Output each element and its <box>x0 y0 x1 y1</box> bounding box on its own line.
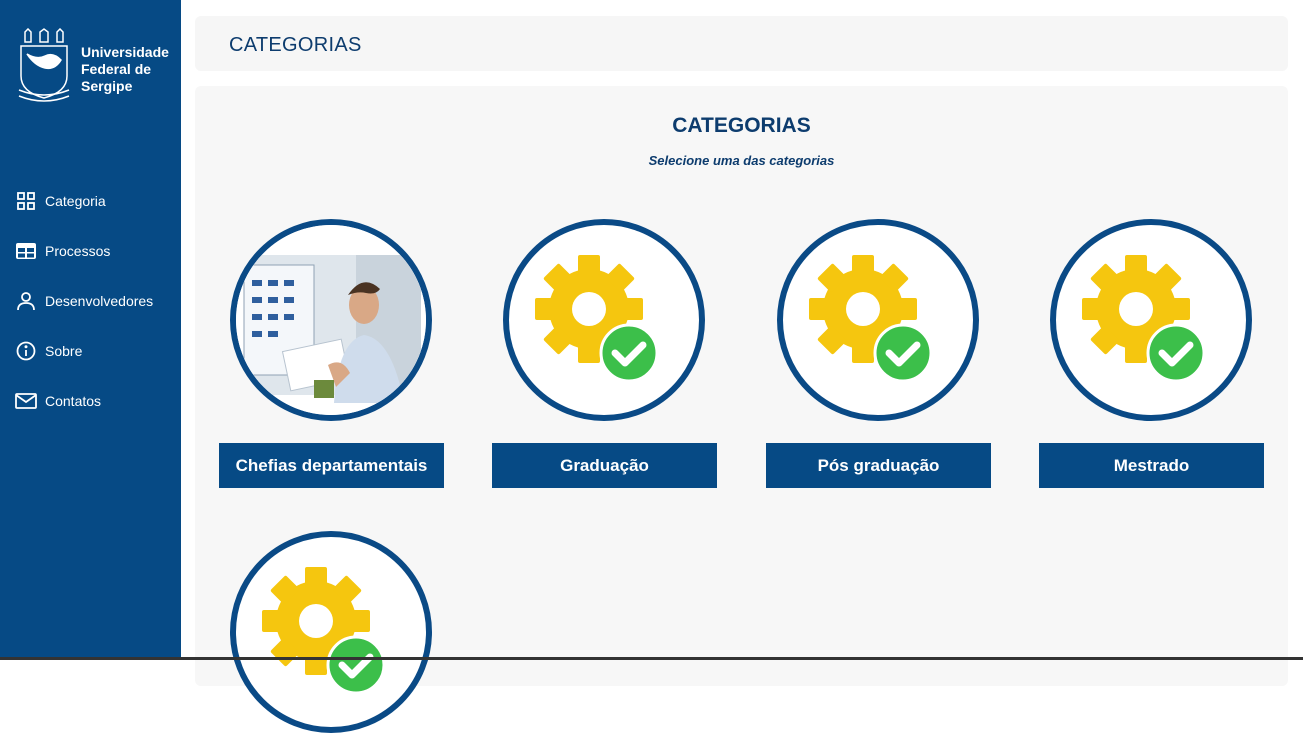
gear-check-icon <box>262 567 386 695</box>
section-subtitle: Selecione uma das categorias <box>648 153 835 168</box>
university-name: Universidade Federal de Sergipe <box>81 44 169 95</box>
category-image-mestrado[interactable] <box>1050 219 1252 421</box>
logo-line2: Federal de <box>81 61 152 77</box>
categories-panel: CATEGORIAS Selecione uma das categorias <box>195 86 1288 733</box>
category-button-chefias[interactable]: Chefias departamentais <box>219 443 444 488</box>
category-image-pos-graduacao[interactable] <box>777 219 979 421</box>
category-image-graduacao[interactable] <box>503 219 705 421</box>
info-icon <box>15 340 37 362</box>
category-button-graduacao[interactable]: Graduação <box>492 443 717 488</box>
page-title: CATEGORIAS <box>229 34 362 56</box>
page-header: CATEGORIAS <box>195 16 1288 71</box>
gear-check-icon <box>1082 255 1206 383</box>
sidebar-item-label: Sobre <box>45 343 83 359</box>
sidebar-item-contatos[interactable]: Contatos <box>0 376 181 426</box>
main-content: CATEGORIAS CATEGORIAS Selecione uma das … <box>181 0 1303 733</box>
grid-icon <box>15 190 37 212</box>
sidebar-item-processos[interactable]: Processos <box>0 226 181 276</box>
mail-icon <box>15 390 37 412</box>
category-button-mestrado[interactable]: Mestrado <box>1039 443 1264 488</box>
sidebar-item-label: Desenvolvedores <box>45 293 154 309</box>
sidebar-item-categoria[interactable]: Categoria <box>0 176 181 226</box>
category-button-pos-graduacao[interactable]: Pós graduação <box>766 443 991 488</box>
sidebar-item-label: Contatos <box>45 393 102 409</box>
logo-line3: Sergipe <box>81 78 133 94</box>
ufs-emblem-icon <box>18 28 70 102</box>
user-icon <box>15 290 37 312</box>
gear-check-icon <box>809 255 933 383</box>
gear-check-icon <box>535 255 659 383</box>
sidebar-item-label: Categoria <box>45 193 106 209</box>
category-image-5[interactable] <box>230 531 432 733</box>
sidebar-item-sobre[interactable]: Sobre <box>0 326 181 376</box>
sidebar-item-desenvolvedores[interactable]: Desenvolvedores <box>0 276 181 326</box>
sidebar: Universidade Federal de Sergipe Categori… <box>0 0 181 660</box>
sidebar-nav: Categoria Processos Desenvolvedores Sobr… <box>0 176 181 426</box>
ufs-logo[interactable]: Universidade Federal de Sergipe <box>15 28 169 104</box>
category-image-chefias[interactable] <box>230 219 432 421</box>
sidebar-item-label: Processos <box>45 243 111 259</box>
table-icon <box>15 240 37 262</box>
logo-line1: Universidade <box>81 44 169 60</box>
person-photo-icon <box>236 225 426 415</box>
section-title: CATEGORIAS <box>672 114 811 137</box>
